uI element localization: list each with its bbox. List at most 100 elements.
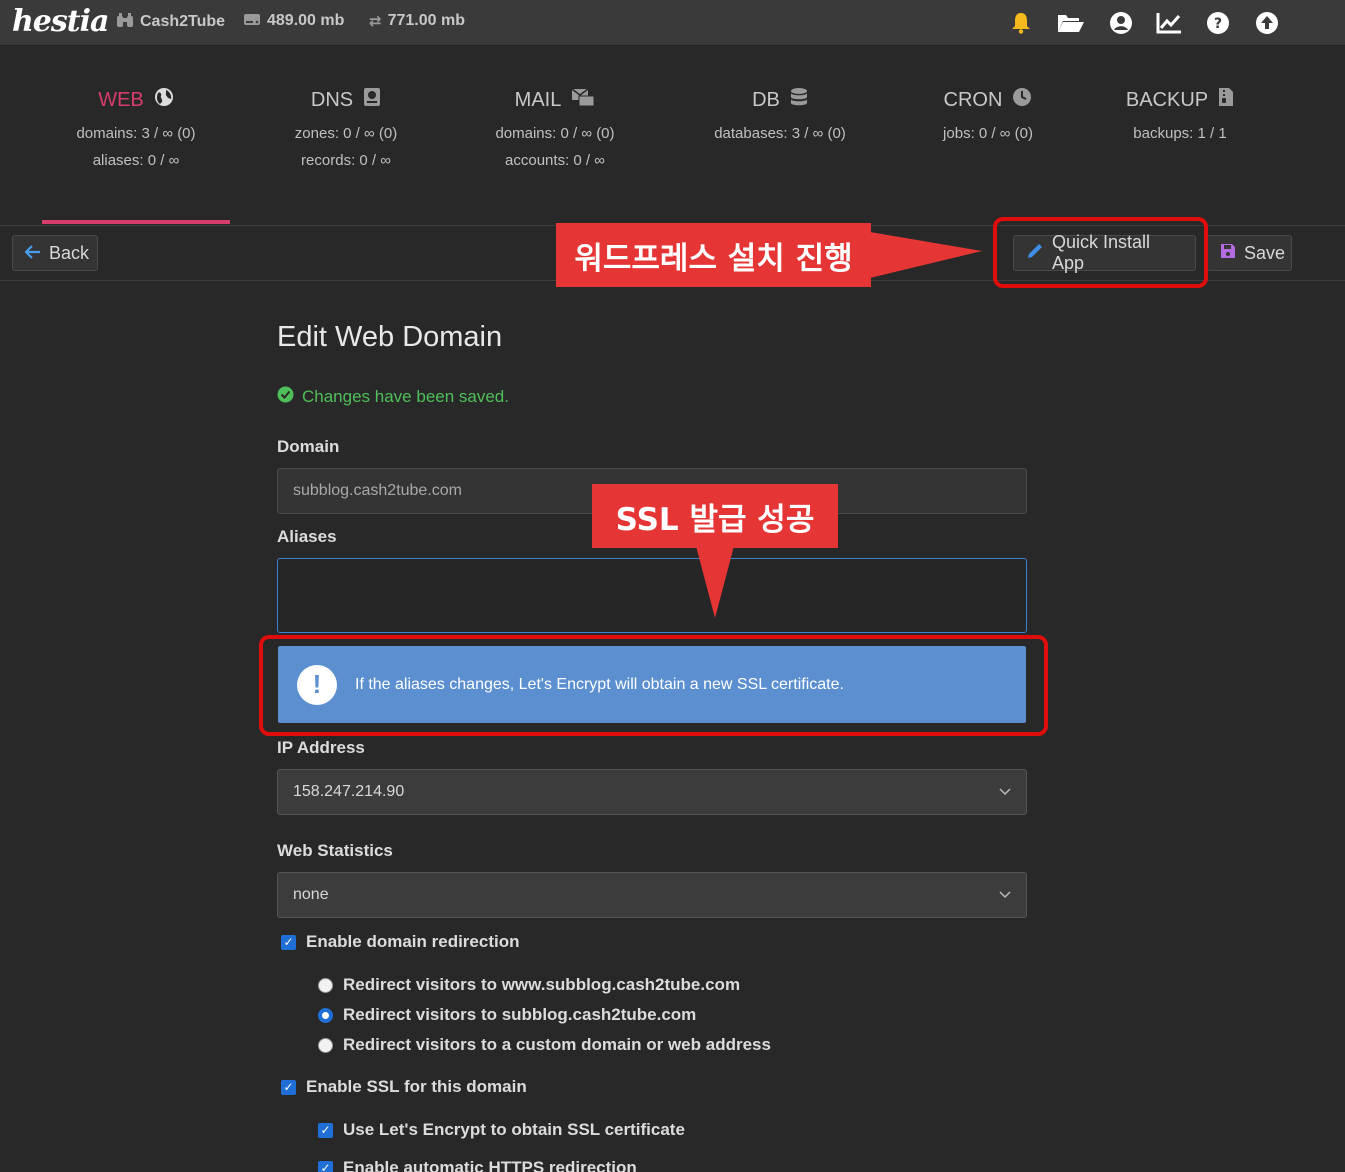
tab-mail[interactable]: MAIL domains: 0 / ∞ (0) accounts: 0 / ∞ <box>455 86 655 168</box>
top-bar: hestia Cash2Tube 489.00 mb ⇄ 771.00 mb ? <box>0 0 1345 46</box>
radio-custom[interactable] <box>318 1037 333 1053</box>
chart-icon[interactable] <box>1156 10 1182 36</box>
https-redirect-label: Enable automatic HTTPS redirection <box>343 1158 637 1172</box>
ip-value: 158.247.214.90 <box>293 783 405 800</box>
domain-label: Domain <box>277 437 340 456</box>
backup-count: backups: 1 / 1 <box>1133 125 1227 142</box>
domain-value: subblog.cash2tube.com <box>293 482 462 499</box>
aliases-textarea[interactable] <box>277 558 1027 633</box>
saved-message: Changes have been saved. <box>277 386 509 408</box>
web-domains: domains: 3 / ∞ (0) <box>76 125 196 142</box>
save-label: Save <box>1244 242 1286 263</box>
ip-label: IP Address <box>277 738 365 757</box>
tab-web[interactable]: WEB domains: 3 / ∞ (0) aliases: 0 / ∞ <box>36 86 236 168</box>
redirect-option-www[interactable]: Redirect visitors to www.subblog.cash2tu… <box>318 975 740 995</box>
hdd-icon <box>243 12 261 30</box>
user-icon[interactable] <box>1108 10 1134 36</box>
tab-web-head: WEB <box>36 86 236 114</box>
tab-cron-head: CRON <box>888 86 1088 114</box>
redirect-checkbox-row[interactable]: ✓ Enable domain redirection <box>281 932 520 952</box>
tab-web-label: WEB <box>98 88 144 111</box>
arrow-left-icon <box>24 243 41 264</box>
ssl-callout: SSL 발급 성공 <box>592 484 838 548</box>
bell-icon[interactable] <box>1008 10 1034 36</box>
https-redirect-checkbox[interactable]: ✓ <box>318 1160 333 1172</box>
tab-mail-head: MAIL <box>455 86 655 114</box>
svg-text:?: ? <box>1214 16 1222 32</box>
tab-mail-label: MAIL <box>514 88 562 111</box>
tab-dns-head: DNS <box>246 86 446 114</box>
clock-icon <box>1012 87 1032 113</box>
ssl-label: Enable SSL for this domain <box>306 1077 527 1096</box>
database-icon <box>790 87 808 113</box>
ssl-info-highlight <box>259 635 1048 736</box>
tab-cron[interactable]: CRON jobs: 0 / ∞ (0) <box>888 86 1088 141</box>
web-aliases: aliases: 0 / ∞ <box>92 152 180 169</box>
letsencrypt-label: Use Let's Encrypt to obtain SSL certific… <box>343 1120 685 1139</box>
disk-usage: 489.00 mb <box>243 12 344 30</box>
tab-cron-label: CRON <box>943 88 1003 111</box>
https-redirect-checkbox-row[interactable]: ✓ Enable automatic HTTPS redirection <box>318 1158 637 1172</box>
folder-icon[interactable] <box>1056 10 1086 36</box>
help-icon[interactable]: ? <box>1205 10 1231 36</box>
user-menu[interactable]: Cash2Tube <box>116 12 225 32</box>
saved-text: Changes have been saved. <box>302 387 509 406</box>
upload-icon[interactable] <box>1254 10 1280 36</box>
quick-install-highlight <box>993 217 1208 288</box>
install-callout: 워드프레스 설치 진행 <box>556 223 871 287</box>
stats-tabs: WEB domains: 3 / ∞ (0) aliases: 0 / ∞ DN… <box>0 46 1345 226</box>
aliases-label: Aliases <box>277 527 337 546</box>
tab-db-head: DB <box>680 86 880 114</box>
dns-zones: zones: 0 / ∞ (0) <box>294 125 398 142</box>
cron-jobs: jobs: 0 / ∞ (0) <box>943 125 1033 142</box>
radio-www[interactable] <box>318 977 333 993</box>
ip-select[interactable]: 158.247.214.90 <box>277 769 1027 815</box>
globe-icon <box>154 87 174 113</box>
binoculars-icon <box>116 12 134 32</box>
mail-accounts: accounts: 0 / ∞ <box>505 152 605 169</box>
redirect-option-nonwww[interactable]: Redirect visitors to subblog.cash2tube.c… <box>318 1005 696 1025</box>
tab-backup[interactable]: BACKUP backups: 1 / 1 <box>1080 86 1280 141</box>
tab-db[interactable]: DB databases: 3 / ∞ (0) <box>680 86 880 141</box>
letsencrypt-checkbox-row[interactable]: ✓ Use Let's Encrypt to obtain SSL certif… <box>318 1120 685 1140</box>
install-callout-pointer <box>870 232 982 278</box>
exchange-icon: ⇄ <box>369 13 382 30</box>
redirect-checkbox[interactable]: ✓ <box>281 934 296 950</box>
redirect-option-custom[interactable]: Redirect visitors to a custom domain or … <box>318 1035 771 1055</box>
file-archive-icon <box>1218 87 1234 113</box>
db-databases: databases: 3 / ∞ (0) <box>714 125 846 142</box>
active-tab-indicator <box>42 220 230 224</box>
mail-domains: domains: 0 / ∞ (0) <box>495 125 615 142</box>
letsencrypt-checkbox[interactable]: ✓ <box>318 1122 333 1138</box>
web-stats-label: Web Statistics <box>277 841 393 860</box>
tab-dns[interactable]: DNS zones: 0 / ∞ (0) records: 0 / ∞ <box>246 86 446 168</box>
user-name: Cash2Tube <box>140 13 226 30</box>
tab-dns-label: DNS <box>310 88 354 111</box>
back-label: Back <box>49 242 90 263</box>
disk-value: 489.00 mb <box>267 12 345 29</box>
book-icon <box>363 87 381 113</box>
web-stats-select[interactable]: none <box>277 872 1027 918</box>
redirect-label: Enable domain redirection <box>306 932 520 951</box>
ssl-callout-pointer <box>696 546 734 618</box>
floppy-icon <box>1220 243 1236 264</box>
ssl-checkbox-row[interactable]: ✓ Enable SSL for this domain <box>281 1077 527 1097</box>
radio-nonwww[interactable] <box>318 1007 333 1023</box>
chevron-down-icon <box>999 886 1011 904</box>
back-button[interactable]: Back <box>12 235 98 271</box>
check-circle-icon <box>277 386 294 408</box>
page-title: Edit Web Domain <box>277 321 503 353</box>
chevron-down-icon <box>999 783 1011 801</box>
mail-icon <box>571 87 595 113</box>
redirect-option-label: Redirect visitors to www.subblog.cash2tu… <box>343 975 741 994</box>
dns-records: records: 0 / ∞ <box>301 152 391 169</box>
bandwidth-usage: ⇄ 771.00 mb <box>369 12 465 30</box>
web-stats-value: none <box>293 886 329 903</box>
save-button[interactable]: Save <box>1207 235 1292 271</box>
bandwidth-value: 771.00 mb <box>387 12 465 29</box>
hestia-logo[interactable]: hestia <box>12 4 109 39</box>
tab-backup-label: BACKUP <box>1125 88 1209 111</box>
tab-db-label: DB <box>752 88 780 111</box>
ssl-checkbox[interactable]: ✓ <box>281 1079 296 1095</box>
tab-backup-head: BACKUP <box>1080 86 1280 114</box>
